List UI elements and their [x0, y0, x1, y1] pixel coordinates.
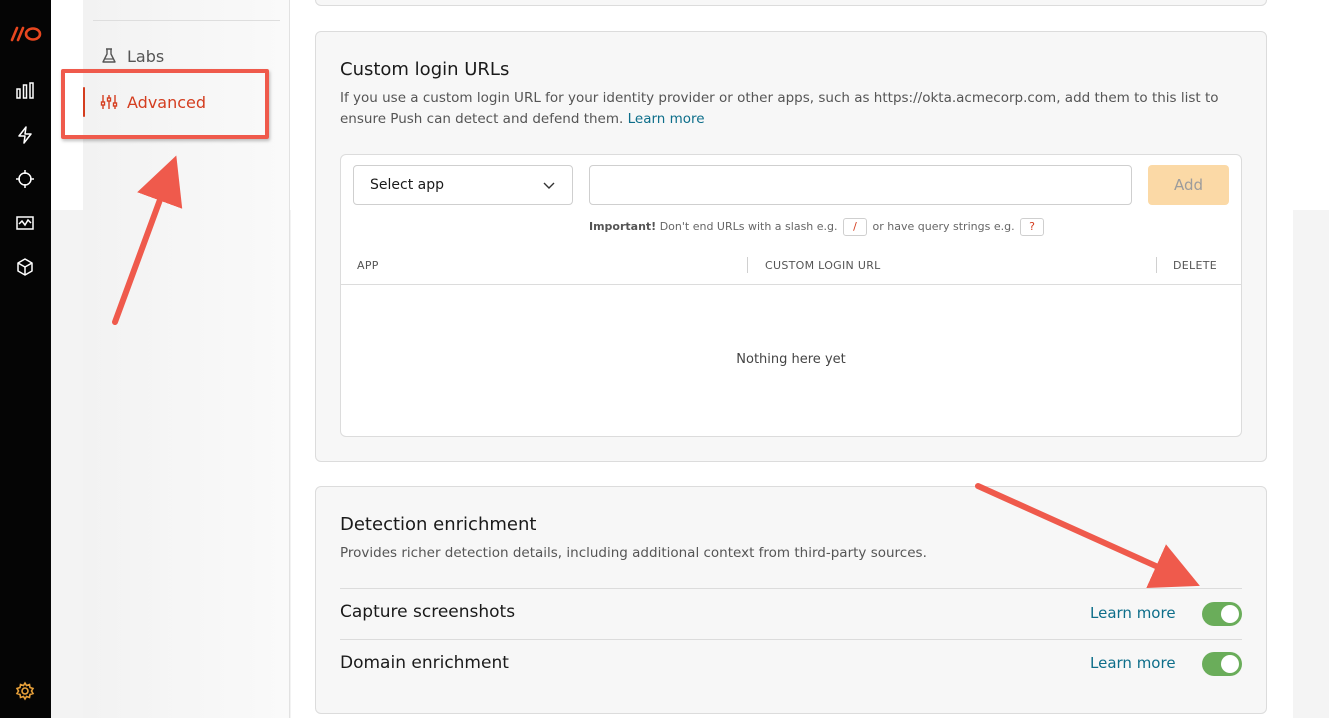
custom-login-description: If you use a custom login URL for your i… [340, 88, 1240, 130]
toggle-knob [1221, 605, 1239, 623]
detection-title: Detection enrichment [340, 514, 537, 535]
push-logo[interactable] [9, 26, 43, 42]
capture-screenshots-toggle[interactable] [1202, 602, 1242, 626]
column-custom-login-url: CUSTOM LOGIN URL [765, 259, 881, 272]
url-hint: Important! Don't end URLs with a slash e… [589, 218, 1046, 236]
settings-gear-icon[interactable] [15, 681, 35, 701]
custom-url-input[interactable] [589, 165, 1132, 205]
detection-description: Provides richer detection details, inclu… [340, 545, 927, 561]
flask-icon [102, 48, 116, 63]
crosshair-icon[interactable] [15, 169, 35, 189]
table-header: APP CUSTOM LOGIN URL DELETE [341, 247, 1241, 285]
custom-login-title: Custom login URLs [340, 59, 510, 80]
column-separator [747, 257, 748, 273]
monitor-icon[interactable] [15, 213, 35, 233]
chevron-down-icon [543, 182, 555, 189]
learn-more-link[interactable]: Learn more [628, 111, 705, 127]
hint-text-1: Don't end URLs with a slash e.g. [659, 220, 838, 233]
row-divider [340, 588, 1242, 589]
capture-screenshots-learn-more[interactable]: Learn more [1090, 604, 1176, 622]
row-divider [340, 639, 1242, 640]
domain-enrichment-label: Domain enrichment [340, 653, 509, 673]
select-app-value: Select app [370, 177, 444, 193]
hint-important: Important! [589, 220, 657, 233]
domain-enrichment-toggle[interactable] [1202, 652, 1242, 676]
domain-enrichment-learn-more[interactable]: Learn more [1090, 654, 1176, 672]
analytics-icon[interactable] [15, 81, 35, 101]
add-button[interactable]: Add [1148, 165, 1229, 205]
column-delete: DELETE [1173, 259, 1217, 272]
hint-text-2: or have query strings e.g. [872, 220, 1015, 233]
sidenav-item-labs[interactable]: Labs [83, 39, 290, 75]
empty-state: Nothing here yet [736, 352, 846, 367]
toggle-knob [1221, 655, 1239, 673]
cube-icon[interactable] [15, 257, 35, 277]
lightning-icon[interactable] [15, 125, 35, 145]
question-example: ? [1020, 218, 1045, 236]
sidenav-item-label: Labs [127, 47, 165, 66]
description-text: If you use a custom login URL for your i… [340, 90, 1219, 127]
sidenav-divider [93, 20, 280, 21]
previous-card [315, 0, 1267, 6]
background-right-lower [1293, 210, 1329, 718]
sliders-icon [100, 95, 118, 109]
column-separator [1156, 257, 1157, 273]
sidenav-item-advanced[interactable]: Advanced [83, 85, 290, 121]
column-app: APP [357, 259, 379, 272]
sidenav-item-label: Advanced [127, 93, 207, 112]
app-rail [0, 0, 51, 718]
capture-screenshots-label: Capture screenshots [340, 602, 516, 622]
active-indicator [83, 87, 85, 117]
select-app-dropdown[interactable]: Select app [353, 165, 573, 205]
settings-sidenav: Labs Advanced [83, 0, 290, 718]
slash-example: / [843, 218, 868, 236]
